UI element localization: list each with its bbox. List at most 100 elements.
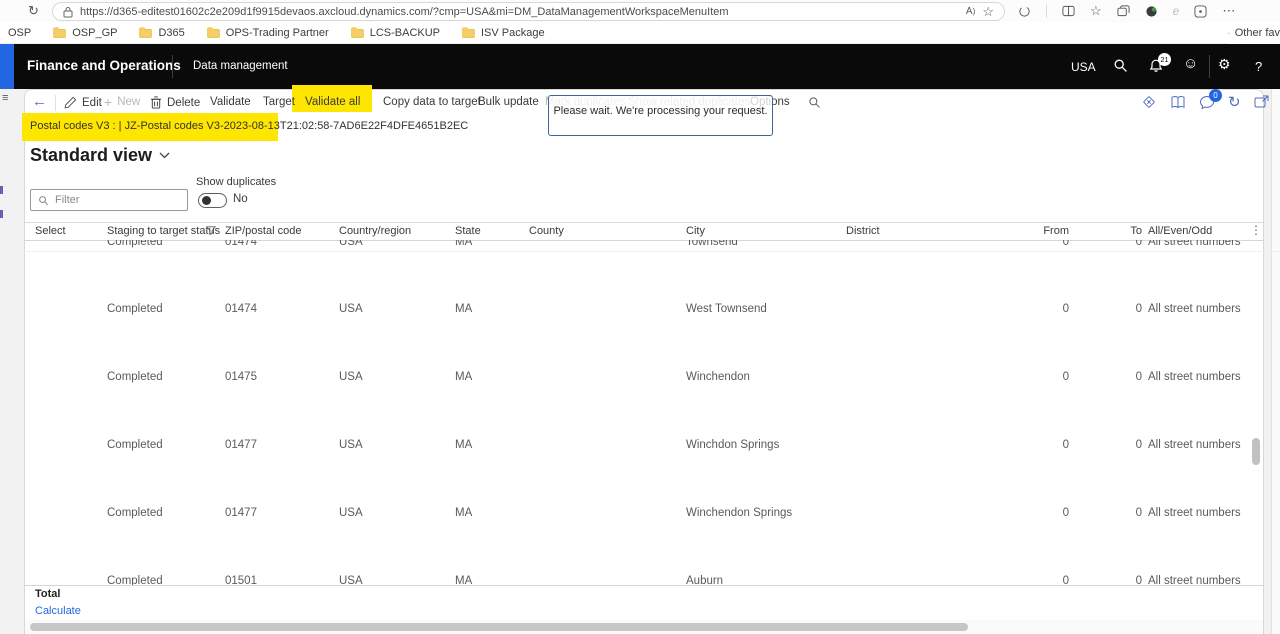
col-header-county[interactable]: County xyxy=(529,225,564,237)
grid-more-options-icon[interactable]: ⋮ xyxy=(1250,223,1262,237)
col-header-staging-status[interactable]: Staging to target status xyxy=(107,225,220,237)
table-row[interactable]: Completed 01475 USA MA Winchendon 0 0 Al… xyxy=(0,371,1280,385)
gear-icon[interactable]: ⚙ xyxy=(1218,56,1231,73)
chevron-down-icon xyxy=(159,152,170,159)
copy-data-to-target-button[interactable]: Copy data to target xyxy=(383,96,481,108)
table-row[interactable]: Completed 01474 USA MA Townsend 0 0 All … xyxy=(0,240,1280,252)
folder-icon xyxy=(351,27,364,38)
open-in-new-window-icon[interactable] xyxy=(1254,95,1269,109)
browser-menu-icon[interactable]: ⋯ xyxy=(1222,1,1235,21)
cell-all-even-odd: All street numbers xyxy=(1148,240,1241,248)
nav-hamburger-icon[interactable]: ≡ xyxy=(2,92,8,104)
reload-icon[interactable]: ↻ xyxy=(28,1,39,21)
bookmark-label: OSP_GP xyxy=(72,27,117,39)
col-header-district[interactable]: District xyxy=(846,225,880,237)
cell-all-even-odd: All street numbers xyxy=(1148,303,1241,315)
folder-icon xyxy=(207,27,220,38)
table-row[interactable]: Completed 01477 USA MA Winchdon Springs … xyxy=(0,439,1280,453)
cell-country: USA xyxy=(339,303,363,315)
col-header-country[interactable]: Country/region xyxy=(339,225,411,237)
close-workspace-icon[interactable] xyxy=(1141,94,1157,110)
view-selector[interactable]: Standard view xyxy=(30,145,170,166)
favorite-star-icon[interactable]: ☆ xyxy=(982,2,994,22)
cell-state: MA xyxy=(455,371,472,383)
bookmark-label: LCS-BACKUP xyxy=(370,27,440,39)
grid-top-border xyxy=(25,222,1263,223)
filter-input[interactable] xyxy=(30,189,188,211)
grid-vertical-scrollbar[interactable] xyxy=(1252,438,1260,465)
notifications-bell-icon[interactable]: 21 xyxy=(1148,58,1164,79)
address-bar[interactable]: https://d365-editest01602c2e209d1f9915de… xyxy=(52,2,1005,21)
cell-all-even-odd: All street numbers xyxy=(1148,439,1241,451)
folder-icon xyxy=(53,27,66,38)
breadcrumb-rest: :02:58-7AD6E22F4DFE4651B2EC xyxy=(299,120,468,132)
show-duplicates-toggle[interactable] xyxy=(198,193,227,208)
grid-bottom-border xyxy=(25,585,1263,586)
app-launcher-strip[interactable] xyxy=(0,44,14,89)
bookmark-folder-ops-trading-partner[interactable]: OPS-Trading Partner xyxy=(207,27,329,39)
notification-badge: 21 xyxy=(1158,53,1171,66)
cell-to: 0 xyxy=(1095,575,1142,585)
table-row[interactable]: Completed 01474 USA MA West Townsend 0 0… xyxy=(0,303,1280,317)
validate-button[interactable]: Validate xyxy=(210,96,251,108)
calculate-link[interactable]: Calculate xyxy=(35,605,81,617)
horizontal-scrollbar-thumb[interactable] xyxy=(30,623,968,631)
col-header-to[interactable]: To xyxy=(1095,225,1142,237)
cell-country: USA xyxy=(339,240,363,248)
messages-icon[interactable]: 0 xyxy=(1199,95,1215,110)
read-aloud-icon[interactable]: A) xyxy=(966,1,975,22)
collections-icon[interactable] xyxy=(1117,5,1130,17)
validate-label: Validate xyxy=(210,96,251,108)
cell-all-even-odd: All street numbers xyxy=(1148,507,1241,519)
extensions-icon[interactable] xyxy=(1145,5,1158,18)
bookmark-folder-d365[interactable]: D365 xyxy=(139,27,184,39)
col-header-from[interactable]: From xyxy=(1000,225,1069,237)
delete-button[interactable]: Delete xyxy=(150,96,200,109)
help-icon[interactable]: ? xyxy=(1255,59,1262,74)
app-header: Finance and Operations Data management U… xyxy=(0,44,1280,89)
browser-essentials-icon[interactable] xyxy=(1194,5,1207,18)
actionpane-search-icon[interactable] xyxy=(808,96,821,109)
bookmark-osp[interactable]: OSP xyxy=(8,27,31,39)
filter-funnel-icon[interactable] xyxy=(206,226,216,236)
bulk-update-label: Bulk update xyxy=(478,96,539,108)
filter-search-icon xyxy=(38,195,49,206)
feedback-smiley-icon[interactable]: ☺ xyxy=(1183,55,1198,72)
module-name[interactable]: Data management xyxy=(193,60,288,72)
search-icon[interactable] xyxy=(1113,58,1128,73)
bookmark-folder-isv-package[interactable]: ISV Package xyxy=(462,27,545,39)
col-header-all-even-odd[interactable]: All/Even/Odd xyxy=(1148,225,1212,237)
folder-icon xyxy=(1228,28,1230,39)
split-screen-icon[interactable] xyxy=(1062,5,1075,17)
url-text[interactable]: https://d365-editest01602c2e209d1f9915de… xyxy=(80,6,959,18)
bulk-update-button[interactable]: Bulk update xyxy=(478,96,539,108)
favorites-bar-icon[interactable]: ☆︎ xyxy=(1090,1,1102,21)
col-header-city[interactable]: City xyxy=(686,225,705,237)
col-header-select[interactable]: Select xyxy=(35,225,66,237)
page-scrollbar[interactable] xyxy=(1271,89,1280,634)
bookmark-folder-lcs-backup[interactable]: LCS-BACKUP xyxy=(351,27,440,39)
pencil-icon xyxy=(64,96,77,109)
cell-city: Winchendon Springs xyxy=(686,507,792,519)
company-book-icon[interactable] xyxy=(1170,95,1186,110)
col-header-zip[interactable]: ZIP/postal code xyxy=(225,225,301,237)
trash-icon xyxy=(150,96,162,109)
actionpane-right-icons: 0 ↻ xyxy=(1141,94,1269,110)
workspaces-ring-icon[interactable] xyxy=(1018,5,1031,18)
back-button[interactable]: ← xyxy=(32,93,47,110)
cell-to: 0 xyxy=(1095,439,1142,451)
table-row[interactable]: Completed 01501 USA MA Auburn 0 0 All st… xyxy=(0,575,1280,585)
col-header-state[interactable]: State xyxy=(455,225,481,237)
breadcrumb[interactable]: Postal codes V3 : | JZ-Postal codes V3-2… xyxy=(30,120,468,132)
other-favorites[interactable]: Other fav xyxy=(1228,22,1280,44)
bookmark-folder-osp-gp[interactable]: OSP_GP xyxy=(53,27,117,39)
bookmark-label: OSP xyxy=(8,27,31,39)
header-divider xyxy=(1209,55,1210,78)
cell-state: MA xyxy=(455,507,472,519)
target-button[interactable]: Target xyxy=(263,96,295,108)
refresh-icon[interactable]: ↻ xyxy=(1228,95,1241,110)
edit-button[interactable]: Edit xyxy=(64,96,102,109)
validate-all-button[interactable]: Validate all xyxy=(305,96,360,108)
company-picker[interactable]: USA xyxy=(1071,60,1096,74)
table-row[interactable]: Completed 01477 USA MA Winchendon Spring… xyxy=(0,507,1280,521)
